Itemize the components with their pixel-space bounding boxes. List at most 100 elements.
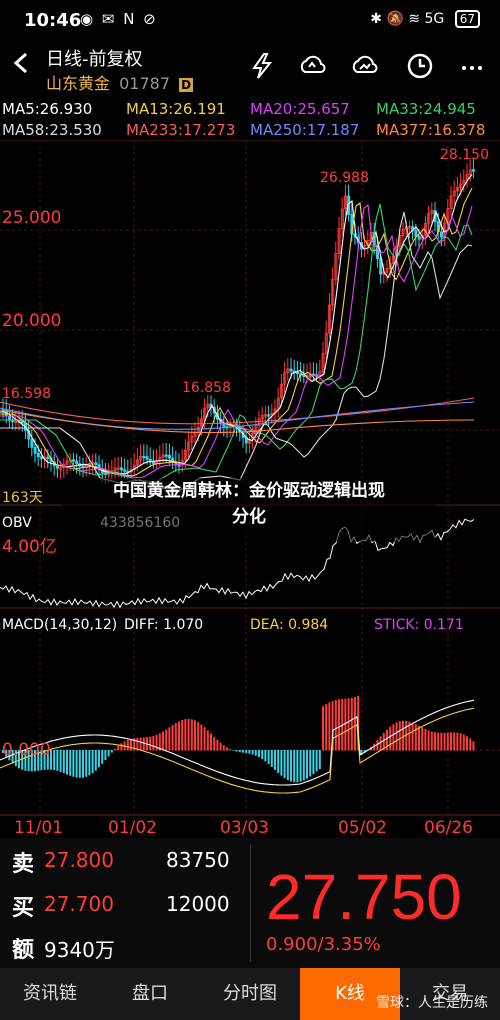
macd-bar — [117, 745, 120, 751]
macd-bar — [261, 750, 264, 760]
macd-bar — [277, 750, 280, 773]
macd-dea: DEA: 0.984 — [250, 617, 329, 633]
macd-diff: DIFF: 1.070 — [124, 617, 204, 633]
candle-body — [33, 446, 37, 454]
macd-bar — [446, 732, 449, 751]
status-right: ✱ 🔕 ≋ 5G 67 — [370, 10, 480, 28]
macd-bar — [126, 739, 129, 751]
mid-annotation: 16.858 — [182, 380, 231, 396]
macd-bar — [62, 750, 65, 774]
macd-bar — [139, 737, 142, 751]
tab-order-book[interactable]: 盘口 — [100, 968, 200, 1020]
macd-bar — [203, 727, 206, 751]
macd-bar — [325, 704, 328, 751]
candlesticks — [1, 158, 475, 484]
macd-bar — [251, 750, 254, 755]
macd-bar — [421, 727, 424, 751]
macd-bar — [245, 750, 248, 754]
macd-bar — [309, 750, 312, 777]
macd-bar — [226, 747, 228, 751]
macd-bar — [267, 750, 270, 765]
macd-bar — [149, 736, 152, 751]
candle-body — [295, 371, 299, 375]
macd-bar — [120, 743, 123, 751]
candle-body — [222, 423, 226, 427]
sell-volume: 83750 — [166, 848, 230, 872]
candle-body — [164, 454, 168, 457]
quote-panel: 卖 27.800 83750 买 27.700 12000 额 9340万 27… — [0, 838, 500, 968]
macd-bar — [142, 737, 145, 751]
macd-bar — [437, 732, 440, 751]
macd-bar — [392, 724, 395, 751]
tab-intraday[interactable]: 分时图 — [200, 968, 300, 1020]
ma233-value: MA233:17.273 — [126, 121, 236, 139]
macd-bar — [200, 724, 203, 751]
macd-bar — [59, 750, 62, 772]
macd-bar — [254, 750, 257, 756]
macd-bar — [395, 722, 398, 751]
macd-bar — [411, 722, 414, 751]
macd-bar — [389, 726, 392, 751]
macd-bar — [472, 741, 475, 751]
macd-bar — [178, 721, 180, 751]
ma20-value: MA20:25.657 — [250, 100, 350, 118]
stock-name: 山东黄金 — [46, 74, 111, 93]
ma13-value: MA13:26.191 — [126, 100, 226, 118]
candle-body — [151, 461, 155, 464]
delay-badge: D — [179, 78, 194, 92]
sell-price: 27.800 — [44, 848, 114, 872]
macd-bar — [283, 750, 286, 779]
macd-bar — [264, 750, 267, 762]
macd-bar — [219, 742, 222, 751]
lightning-icon[interactable] — [248, 52, 276, 80]
candle-body — [289, 368, 293, 372]
amount-value: 9340万 — [44, 938, 115, 962]
news-headline-overlay[interactable]: 中国黄金周韩林：金价驱动逻辑出现 分化 — [62, 478, 436, 542]
macd-bar — [171, 725, 174, 751]
ma58-line — [0, 211, 473, 491]
bottom-tab-bar: 资讯链 盘口 分时图 K线 交易 雪球：人生是历练 — [0, 968, 500, 1020]
macd-bar — [293, 750, 296, 783]
macd-bar — [82, 750, 84, 778]
candle-body — [414, 230, 418, 237]
macd-bar — [168, 727, 171, 751]
macd-bar — [110, 750, 113, 753]
macd-bar — [338, 699, 340, 751]
macd-bar — [222, 745, 225, 751]
clock-icon[interactable] — [406, 52, 434, 80]
candle-body — [267, 414, 271, 417]
macd-bar — [88, 750, 91, 776]
macd-bar — [334, 700, 337, 751]
macd-bar — [443, 732, 446, 751]
macd-bar — [286, 750, 289, 781]
macd-bar — [418, 725, 420, 751]
macd-bar — [181, 719, 184, 751]
macd-bar — [424, 729, 427, 751]
quote-divider — [250, 844, 251, 962]
candle-body — [471, 169, 475, 172]
ma5-value: MA5:26.930 — [2, 100, 93, 118]
ma377-value: MA377:16.378 — [376, 121, 486, 139]
cloud-refresh-icon[interactable] — [298, 52, 326, 80]
macd-bar — [114, 748, 116, 751]
macd-bar — [274, 750, 276, 770]
obv-scale: 4.00亿 — [2, 537, 57, 557]
macd-bar — [456, 732, 459, 751]
headline-line-1: 中国黄金周韩林：金价驱动逻辑出现 — [113, 481, 385, 501]
more-icon[interactable] — [458, 52, 486, 80]
macd-bar — [174, 723, 177, 751]
macd-bar — [434, 732, 436, 751]
cloud-chart-icon[interactable] — [350, 52, 378, 80]
back-arrow-icon[interactable] — [10, 52, 32, 74]
macd-label: MACD(14,30,12) — [2, 617, 118, 633]
tab-news-chain[interactable]: 资讯链 — [0, 968, 100, 1020]
macd-bar — [56, 750, 59, 771]
macd-bar — [194, 720, 196, 751]
candle-body — [72, 459, 76, 462]
macd-bar — [107, 750, 110, 757]
buy-price: 27.700 — [44, 892, 114, 916]
candle-body — [56, 465, 60, 469]
macd-bar — [354, 696, 356, 751]
macd-bar — [216, 739, 219, 751]
macd-bar — [210, 733, 212, 751]
